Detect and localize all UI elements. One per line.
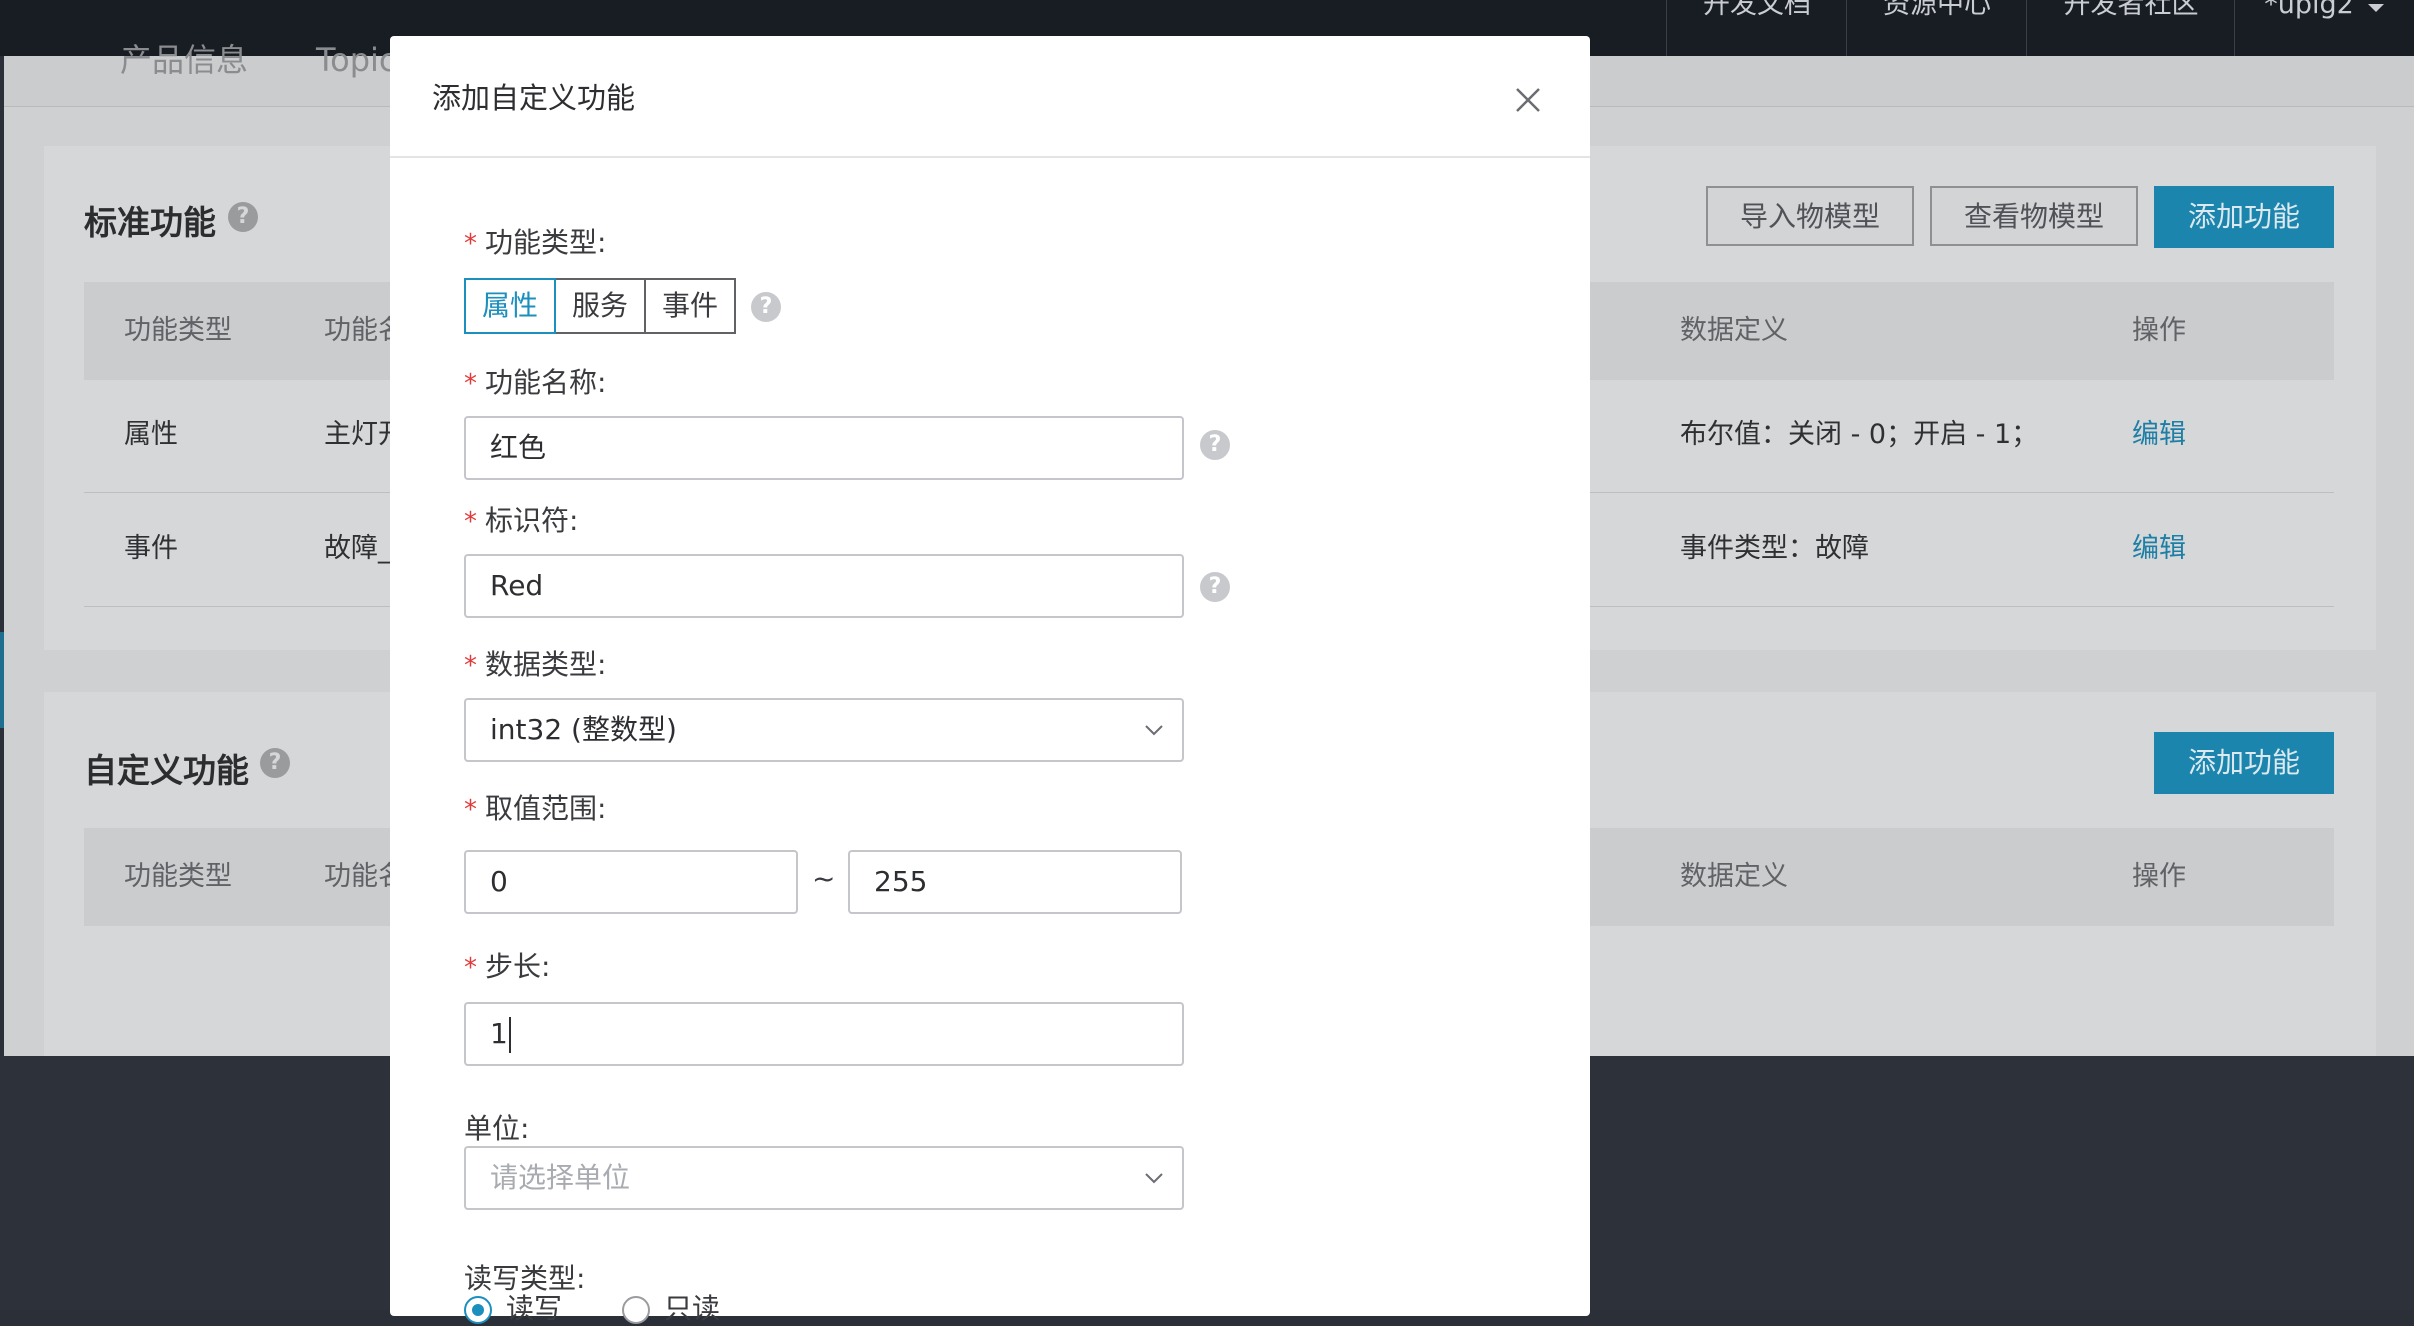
nav-docs[interactable]: 开发文档: [1666, 0, 1847, 56]
required-mark: *: [464, 953, 477, 983]
text-cursor: [508, 1017, 511, 1053]
data-type-select[interactable]: int32 (整数型): [464, 698, 1184, 762]
side-accent-bar: [0, 632, 4, 728]
func-type-service[interactable]: 服务: [554, 278, 646, 334]
col-op: 操作: [2132, 315, 2186, 346]
unit-label: 单位:: [464, 1112, 530, 1145]
unit-select[interactable]: 请选择单位: [464, 1146, 1184, 1210]
data-type-label: * 数据类型:: [464, 648, 607, 681]
range-max-input[interactable]: 255: [848, 850, 1182, 914]
help-icon[interactable]: ?: [1200, 430, 1230, 460]
required-mark: *: [464, 507, 477, 537]
chevron-down-icon: [2367, 4, 2384, 12]
col-op: 操作: [2132, 861, 2186, 892]
view-model-button[interactable]: 查看物模型: [1930, 186, 2138, 246]
chevron-down-icon: [1145, 1173, 1163, 1184]
chevron-down-icon: [1145, 725, 1163, 736]
help-icon[interactable]: ?: [228, 202, 258, 232]
add-function-button[interactable]: 添加功能: [2154, 732, 2334, 794]
col-data-def: 数据定义: [1680, 315, 1788, 346]
rw-read-write-radio[interactable]: [464, 1296, 492, 1324]
required-mark: *: [464, 229, 477, 259]
rw-type-label: 读写类型:: [464, 1262, 586, 1295]
edit-link[interactable]: 编辑: [2132, 534, 2186, 564]
edit-link[interactable]: 编辑: [2132, 420, 2186, 450]
identifier-input[interactable]: Red: [464, 554, 1184, 618]
step-value: 1: [490, 1017, 508, 1050]
add-custom-function-dialog: 添加自定义功能 * 功能类型: 属性 服务 事件 ? * 功能名称: 红色 ? * 标…: [390, 36, 1590, 1325]
col-data-def: 数据定义: [1680, 861, 1788, 892]
required-mark: *: [464, 369, 477, 399]
help-icon[interactable]: ?: [1200, 572, 1230, 602]
required-mark: *: [464, 651, 477, 681]
section-title: 自定义功能: [84, 751, 249, 790]
rw-read-write-label[interactable]: 读写: [506, 1292, 562, 1326]
col-type: 功能类型: [124, 861, 232, 892]
help-icon[interactable]: ?: [751, 292, 781, 322]
import-model-button[interactable]: 导入物模型: [1706, 186, 1914, 246]
close-icon[interactable]: [1508, 80, 1548, 120]
dialog-title: 添加自定义功能: [432, 81, 636, 115]
row-type: 事件: [124, 533, 178, 564]
row-name: 故障_: [324, 533, 392, 564]
rw-read-only-radio[interactable]: [622, 1296, 650, 1324]
nav-resources[interactable]: 资源中心: [1846, 0, 2027, 56]
step-input[interactable]: 1: [464, 1002, 1184, 1066]
data-type-value: int32 (整数型): [490, 713, 677, 746]
user-menu[interactable]: *upig2: [2234, 0, 2414, 56]
username: *upig2: [2264, 0, 2354, 20]
func-name-label: * 功能名称:: [464, 366, 607, 399]
tab-topic[interactable]: Topic: [316, 42, 396, 78]
func-type-property[interactable]: 属性: [464, 278, 556, 334]
unit-placeholder: 请选择单位: [490, 1161, 631, 1194]
identifier-label: * 标识符:: [464, 504, 579, 537]
range-separator: ~: [812, 862, 836, 895]
row-type: 属性: [124, 419, 178, 450]
add-function-button[interactable]: 添加功能: [2154, 186, 2334, 248]
range-min-input[interactable]: 0: [464, 850, 798, 914]
range-label: * 取值范围:: [464, 792, 607, 825]
nav-community[interactable]: 开发者社区: [2026, 0, 2235, 56]
tab-product-info[interactable]: 产品信息: [120, 42, 248, 78]
col-type: 功能类型: [124, 315, 232, 346]
dialog-header: 添加自定义功能: [390, 36, 1590, 158]
row-data-def: 事件类型：故障: [1680, 533, 1869, 564]
section-title: 标准功能: [84, 203, 216, 242]
row-data-def: 布尔值：关闭 - 0；开启 - 1；: [1680, 419, 2039, 450]
required-mark: *: [464, 795, 477, 825]
func-name-input[interactable]: 红色: [464, 416, 1184, 480]
rw-read-only-label[interactable]: 只读: [664, 1292, 720, 1326]
func-type-event[interactable]: 事件: [644, 278, 736, 334]
help-icon[interactable]: ?: [260, 748, 290, 778]
step-label: * 步长:: [464, 950, 551, 983]
func-type-label: * 功能类型:: [464, 226, 607, 259]
